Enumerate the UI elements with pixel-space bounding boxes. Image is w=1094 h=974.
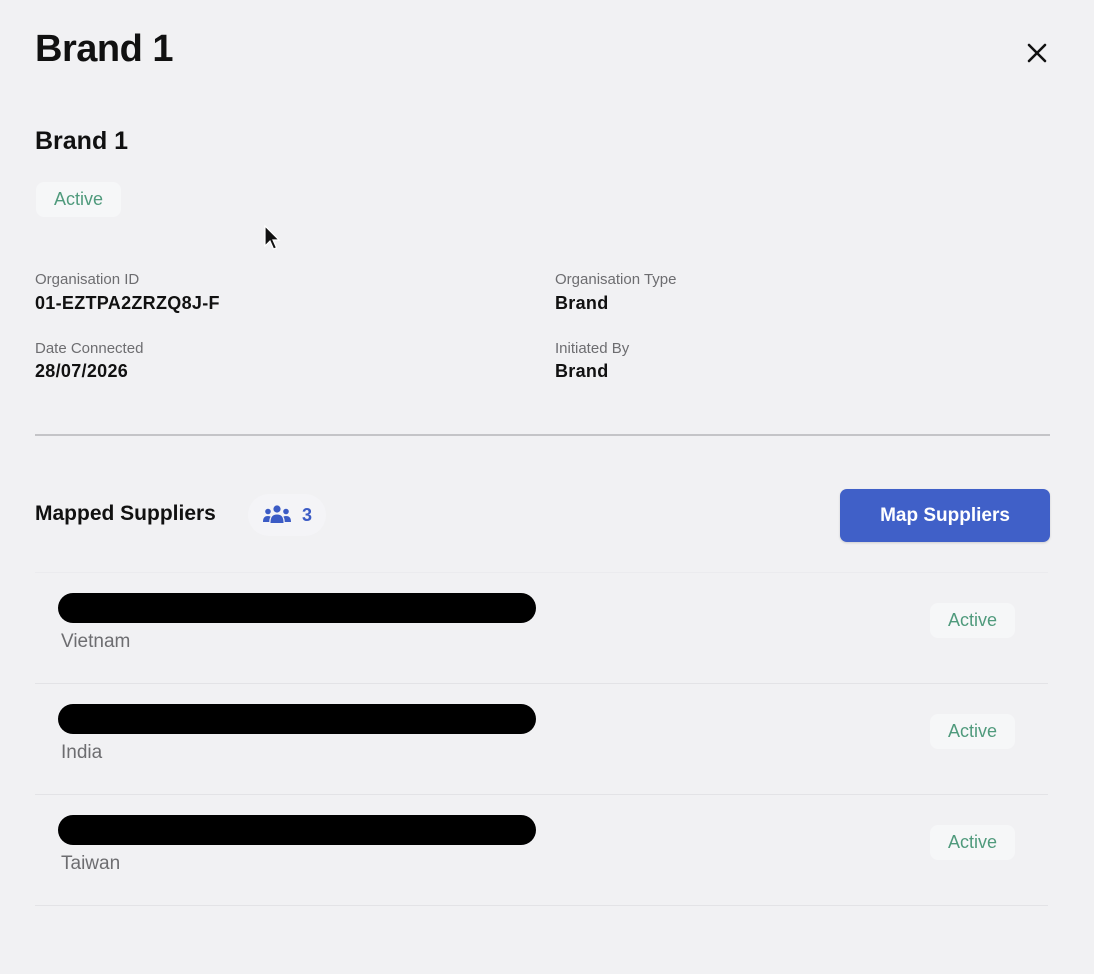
supplier-count: 3	[302, 504, 313, 525]
close-button[interactable]	[1022, 38, 1052, 68]
date-connected-value: 28/07/2026	[35, 361, 129, 381]
section-divider	[35, 434, 1050, 436]
supplier-country: Taiwan	[61, 853, 121, 874]
organisation-id-value: 01-EZTPA2ZRZQ8J-F	[35, 293, 220, 313]
status-badge: Active	[930, 714, 1016, 749]
users-icon	[263, 505, 291, 523]
supplier-country: Vietnam	[61, 631, 131, 652]
list-item[interactable]: India Active	[35, 684, 1048, 795]
organisation-type-value: Brand	[555, 293, 609, 313]
supplier-country: India	[61, 742, 103, 763]
supplier-status: Active	[930, 714, 1016, 749]
status-badge: Active	[36, 182, 122, 217]
supplier-name-redacted	[58, 593, 536, 623]
list-item[interactable]: Vietnam Active	[35, 572, 1048, 684]
organisation-status: Active	[36, 182, 122, 217]
page-title: Brand 1	[35, 28, 173, 70]
list-item[interactable]: Taiwan Active	[35, 795, 1048, 906]
supplier-name-redacted	[58, 704, 536, 734]
initiated-by-label: Initiated By	[555, 340, 630, 357]
map-suppliers-button[interactable]: Map Suppliers	[840, 489, 1050, 542]
mapped-suppliers-title: Mapped Suppliers	[35, 502, 216, 525]
mouse-cursor-icon	[264, 224, 281, 250]
supplier-name-redacted	[58, 815, 536, 845]
organisation-type-label: Organisation Type	[555, 271, 677, 288]
organisation-detail-panel: Brand 1 Brand 1 Active Organisation ID 0…	[0, 0, 1094, 974]
supplier-status: Active	[930, 603, 1016, 638]
status-badge: Active	[930, 825, 1016, 860]
organisation-id-label: Organisation ID	[35, 271, 140, 288]
supplier-count-badge: 3	[248, 494, 327, 536]
status-badge: Active	[930, 603, 1016, 638]
supplier-list: Vietnam Active India Active Taiwan Activ…	[35, 572, 1048, 906]
organisation-name: Brand 1	[35, 127, 129, 155]
supplier-status: Active	[930, 825, 1016, 860]
date-connected-label: Date Connected	[35, 340, 144, 357]
initiated-by-value: Brand	[555, 361, 609, 381]
close-icon	[1027, 43, 1047, 63]
